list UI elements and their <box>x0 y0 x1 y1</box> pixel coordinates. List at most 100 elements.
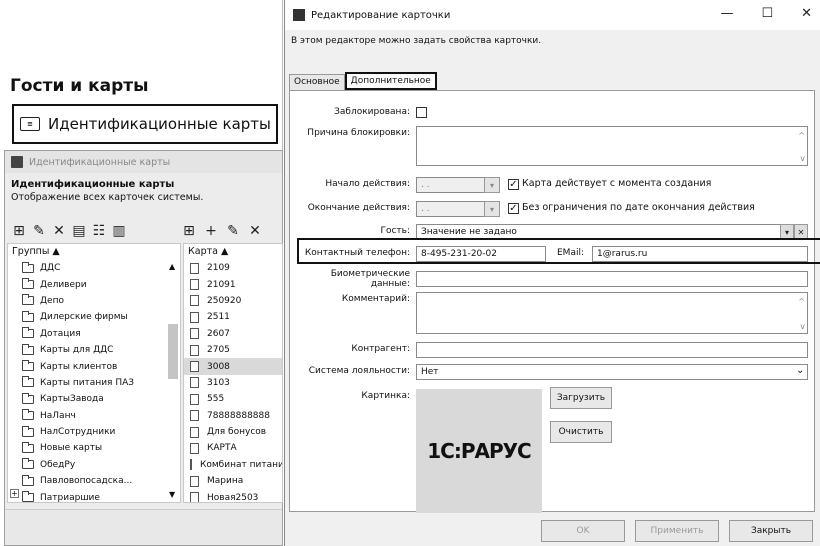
expand-icon[interactable]: + <box>10 489 19 498</box>
folder-icon <box>22 409 34 421</box>
close-button[interactable]: Закрыть <box>729 520 813 542</box>
window-controls: — ☐ ✕ <box>720 6 812 21</box>
end-checkbox-label: Без ограничения по дате окончания действ… <box>522 202 755 213</box>
group-label: Депо <box>40 295 64 306</box>
scroll-down-icon[interactable]: ▼ <box>169 490 175 499</box>
group-item[interactable]: ДДС <box>8 260 180 276</box>
card-label: 2511 <box>207 312 230 323</box>
group-label: Карты питания ПАЗ <box>40 377 135 388</box>
blocked-label: Заблокирована: <box>334 107 410 117</box>
cards-column-header[interactable]: Карта ▲ <box>184 244 282 260</box>
add-card-icon[interactable]: ⊞ <box>181 223 197 239</box>
card-item[interactable]: 555 <box>184 391 282 407</box>
delete-icon[interactable]: ✕ <box>51 223 67 239</box>
app-icon <box>11 156 23 168</box>
loyalty-dropdown-icon[interactable]: ⌄ <box>796 365 804 376</box>
document-icon <box>190 328 199 340</box>
card-item[interactable]: 2607 <box>184 326 282 342</box>
folder-icon <box>22 376 34 388</box>
folder-icon <box>22 310 34 322</box>
end-date-input[interactable]: . . <box>416 201 492 217</box>
card-item[interactable]: КАРТА <box>184 440 282 456</box>
card-item[interactable]: 2109 <box>184 260 282 276</box>
card-item[interactable]: Комбинат питани <box>184 457 282 473</box>
card-label: 250920 <box>207 295 242 306</box>
group-item[interactable]: НаЛанч <box>8 408 180 424</box>
card-label: 2109 <box>207 263 230 274</box>
comment-textarea[interactable]: ^ v <box>416 292 808 334</box>
group-item[interactable]: Дотация <box>8 326 180 342</box>
dialog-description: В этом редакторе можно задать свойства к… <box>291 36 542 46</box>
start-date-dropdown-icon[interactable]: ▾ <box>484 177 500 193</box>
group-label: Карты для ДДС <box>40 345 114 356</box>
group-item[interactable]: Павловопосадска... <box>8 473 180 489</box>
maximize-icon[interactable]: ☐ <box>761 6 773 21</box>
group-item[interactable]: НалСотрудники <box>8 424 180 440</box>
block-reason-textarea[interactable]: ^ v <box>416 126 808 166</box>
card-item[interactable]: 3103 <box>184 375 282 391</box>
group-label: Дотация <box>40 328 81 339</box>
group-item[interactable]: КартыЗавода <box>8 391 180 407</box>
plus-icon[interactable]: + <box>203 223 219 239</box>
card-item[interactable]: Марина <box>184 473 282 489</box>
document-icon <box>190 377 199 389</box>
ok-button[interactable]: OK <box>541 520 625 542</box>
list-view-icon[interactable]: ▤ <box>71 223 87 239</box>
group-label: КартыЗавода <box>40 394 104 405</box>
group-item[interactable]: Новые карты <box>8 440 180 456</box>
id-cards-link-label: Идентификационные карты <box>48 115 271 133</box>
groups-column-header[interactable]: Группы ▲ <box>8 244 180 260</box>
group-label: Деливери <box>40 279 87 290</box>
apply-button[interactable]: Применить <box>635 520 719 542</box>
counterparty-input[interactable] <box>416 342 808 358</box>
group-item[interactable]: Карты для ДДС <box>8 342 180 358</box>
group-item[interactable]: Депо <box>8 293 180 309</box>
tree-view-icon[interactable]: ☷ <box>91 223 107 239</box>
list-window-title: Идентификационные карты <box>29 156 171 168</box>
group-item[interactable]: Карты клиентов <box>8 358 180 374</box>
picture-label: Картинка: <box>361 391 410 401</box>
group-item[interactable]: Дилерские фирмы <box>8 309 180 325</box>
details-icon[interactable]: ▥ <box>111 223 127 239</box>
card-item[interactable]: 3008 <box>184 358 282 375</box>
minimize-icon[interactable]: — <box>720 6 733 21</box>
card-item[interactable]: Новая2503 <box>184 489 282 502</box>
delete-card-icon[interactable]: ✕ <box>247 223 263 239</box>
loyalty-select[interactable]: Нет <box>416 364 808 380</box>
end-date-dropdown-icon[interactable]: ▾ <box>484 201 500 217</box>
biometric-input[interactable] <box>416 271 808 287</box>
id-cards-link[interactable]: ≡ Идентификационные карты <box>12 104 278 144</box>
tab-main[interactable]: Основное <box>289 74 345 90</box>
blocked-checkbox[interactable] <box>416 107 427 118</box>
edit-icon[interactable]: ✎ <box>31 223 47 239</box>
clear-picture-button[interactable]: Очистить <box>550 421 612 443</box>
group-item[interactable]: Патриаршие <box>8 489 180 505</box>
end-checkbox[interactable]: ✓ <box>508 203 519 214</box>
card-label: 78888888888 <box>207 410 270 421</box>
start-date-input[interactable]: . . <box>416 177 492 193</box>
tab-additional[interactable]: Дополнительное <box>344 72 437 90</box>
card-item[interactable]: 2511 <box>184 309 282 325</box>
add-group-icon[interactable]: ⊞ <box>11 223 27 239</box>
app-icon <box>293 9 305 21</box>
group-item[interactable]: Карты питания ПАЗ <box>8 375 180 391</box>
group-item[interactable]: Деливери <box>8 276 180 292</box>
scroll-down-icon[interactable]: v <box>800 322 805 331</box>
card-label: 3008 <box>207 361 230 372</box>
card-item[interactable]: 78888888888 <box>184 408 282 424</box>
scroll-up-icon[interactable]: ▲ <box>169 262 175 271</box>
start-checkbox[interactable]: ✓ <box>508 179 519 190</box>
edit-card-icon[interactable]: ✎ <box>225 223 241 239</box>
scroll-up-icon[interactable]: ^ <box>798 297 805 306</box>
group-item[interactable]: ОбедРу <box>8 457 180 473</box>
scroll-down-icon[interactable]: v <box>800 154 805 163</box>
close-icon[interactable]: ✕ <box>801 6 812 21</box>
folder-icon <box>22 474 34 486</box>
card-item[interactable]: Для бонусов <box>184 424 282 440</box>
card-item[interactable]: 250920 <box>184 293 282 309</box>
scroll-up-icon[interactable]: ^ <box>798 131 805 140</box>
groups-scrollbar[interactable] <box>168 324 178 379</box>
card-item[interactable]: 2705 <box>184 342 282 358</box>
card-item[interactable]: 21091 <box>184 276 282 292</box>
load-picture-button[interactable]: Загрузить <box>550 387 612 409</box>
